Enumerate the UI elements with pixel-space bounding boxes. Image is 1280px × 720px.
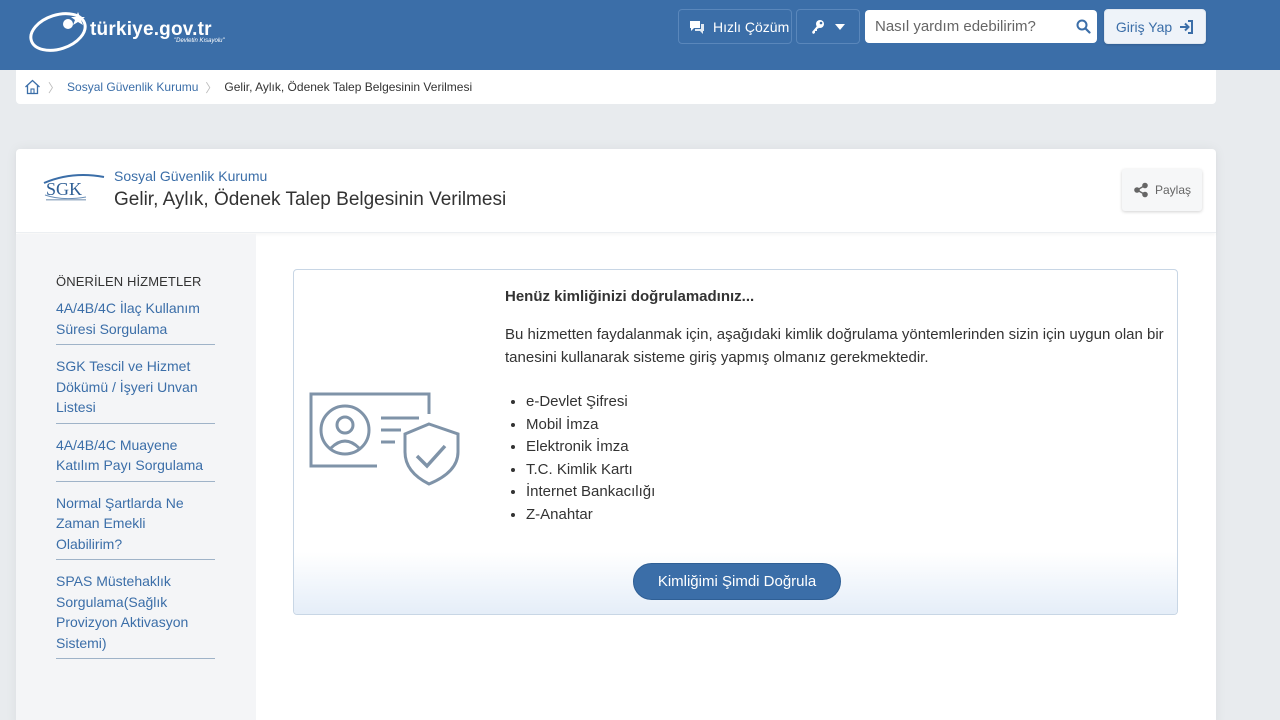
logo-slogan: "Devletin Kısayolu" <box>174 38 225 44</box>
search-input[interactable] <box>865 10 1070 43</box>
sidebar-item-emeklilik[interactable]: Normal Şartlarda Ne Zaman Emekli Olabili… <box>56 493 215 555</box>
logo-swoosh-icon <box>29 12 87 52</box>
auth-method-kimlik-karti: T.C. Kimlik Kartı <box>526 459 655 482</box>
auth-method-z-anahtar: Z-Anahtar <box>526 504 655 527</box>
chat-icon <box>690 20 704 34</box>
suggested-services-sidebar: ÖNERİLEN HİZMETLER 4A/4B/4C İlaç Kullanı… <box>16 234 256 720</box>
page-title: Gelir, Aylık, Ödenek Talep Belgesinin Ve… <box>114 189 507 210</box>
quick-solution-button[interactable]: Hızlı Çözüm <box>678 9 792 44</box>
institution-name: Sosyal Güvenlik Kurumu <box>114 168 268 184</box>
breadcrumb-institution-link[interactable]: Sosyal Güvenlik Kurumu <box>67 80 198 94</box>
sgk-logo-text: SGK <box>46 179 82 199</box>
share-icon <box>1134 182 1148 198</box>
auth-methods-list: e-Devlet Şifresi Mobil İmza Elektronik İ… <box>526 391 655 527</box>
sgk-logo: SGK <box>42 171 106 205</box>
auth-title: Henüz kimliğinizi doğrulamadınız... <box>505 288 755 305</box>
sign-in-icon <box>1180 19 1194 34</box>
sidebar-item-muayene-katilim[interactable]: 4A/4B/4C Muayene Katılım Payı Sorgulama <box>56 435 215 476</box>
auth-description: Bu hizmetten faydalanmak için, aşağıdaki… <box>505 326 1164 366</box>
breadcrumb-separator: 〉 <box>48 80 61 95</box>
identity-card-shield-icon <box>309 392 460 486</box>
auth-method-elektronik-imza: Elektronik İmza <box>526 436 655 459</box>
turkiye-gov-logo[interactable]: türkiye.gov.tr "Devletin Kısayolu" <box>28 6 238 56</box>
share-label: Paylaş <box>1154 183 1192 197</box>
search-icon[interactable] <box>1076 19 1091 34</box>
chevron-down-icon <box>835 23 845 30</box>
auth-required-panel: Henüz kimliğinizi doğrulamadınız... Bu h… <box>293 269 1178 615</box>
breadcrumb-current: Gelir, Aylık, Ödenek Talep Belgesinin Ve… <box>224 80 473 94</box>
auth-method-internet-bankaciligi: İnternet Bankacılığı <box>526 481 655 504</box>
list-item: Normal Şartlarda Ne Zaman Emekli Olabili… <box>56 491 215 560</box>
service-card: SGK Sosyal Güvenlik Kurumu Gelir, Aylık,… <box>16 149 1216 720</box>
sidebar-item-spas[interactable]: SPAS Müstehaklık Sorgulama(Sağlık Proviz… <box>56 571 215 653</box>
sidebar-title: ÖNERİLEN HİZMETLER <box>56 274 202 289</box>
login-button[interactable]: Giriş Yap <box>1104 9 1206 44</box>
key-icon <box>812 19 824 34</box>
sidebar-item-tescil-hizmet[interactable]: SGK Tescil ve Hizmet Dökümü / İşyeri Unv… <box>56 356 215 418</box>
share-button[interactable]: Paylaş <box>1122 169 1202 211</box>
list-item: 4A/4B/4C Muayene Katılım Payı Sorgulama <box>56 433 215 482</box>
login-label: Giriş Yap <box>1115 18 1173 35</box>
top-header: türkiye.gov.tr "Devletin Kısayolu" Hızlı… <box>0 0 1280 70</box>
breadcrumb: 〉 Sosyal Güvenlik Kurumu 〉 Gelir, Aylık,… <box>16 70 1216 104</box>
quick-solution-label: Hızlı Çözüm <box>713 18 790 35</box>
verify-identity-button[interactable]: Kimliğimi Şimdi Doğrula <box>633 563 841 600</box>
list-item: SPAS Müstehaklık Sorgulama(Sağlık Proviz… <box>56 569 215 659</box>
breadcrumb-separator: 〉 <box>205 80 218 95</box>
auth-method-mobil-imza: Mobil İmza <box>526 414 655 437</box>
search-box <box>865 10 1097 43</box>
service-header: SGK Sosyal Güvenlik Kurumu Gelir, Aylık,… <box>16 149 1216 233</box>
sidebar-item-ilac-kullanim[interactable]: 4A/4B/4C İlaç Kullanım Süresi Sorgulama <box>56 298 215 339</box>
auth-method-edevlet: e-Devlet Şifresi <box>526 391 655 414</box>
list-item: 4A/4B/4C İlaç Kullanım Süresi Sorgulama <box>56 296 215 345</box>
sgk-emblem-icon: SGK <box>43 174 105 201</box>
key-menu-button[interactable] <box>796 9 860 44</box>
list-item: SGK Tescil ve Hizmet Dökümü / İşyeri Unv… <box>56 354 215 424</box>
home-icon[interactable] <box>24 79 41 95</box>
suggested-services-list: 4A/4B/4C İlaç Kullanım Süresi Sorgulama … <box>56 296 215 668</box>
